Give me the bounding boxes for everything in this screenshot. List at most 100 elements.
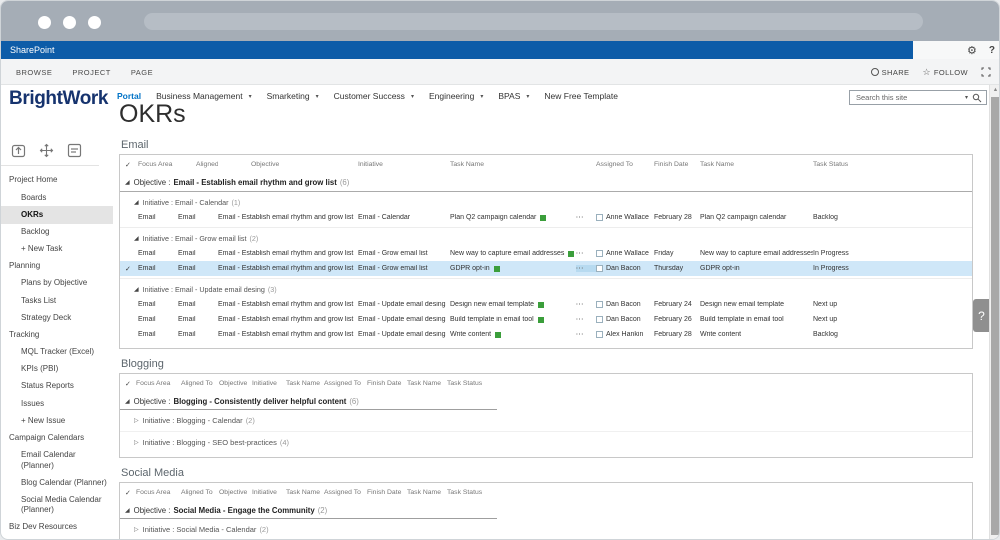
- sidebar-item-email-calendar-planner[interactable]: Email Calendar (Planner): [1, 447, 113, 475]
- sidebar-item-tracking[interactable]: Tracking: [1, 327, 113, 344]
- task-row[interactable]: Email Email Email - Establish email rhythm…: [120, 246, 972, 261]
- column-header[interactable]: Task Name: [700, 161, 813, 168]
- objective-group-header[interactable]: ◢ Objective : Email - Establish email rhyt…: [120, 174, 972, 192]
- column-header[interactable]: Aligned To: [178, 161, 218, 168]
- share-button[interactable]: SHARE: [870, 68, 910, 77]
- sidebar-item-strategy-deck[interactable]: Strategy Deck: [1, 309, 113, 326]
- column-header[interactable]: Initiative: [252, 380, 286, 387]
- column-header[interactable]: Task Status: [447, 380, 972, 387]
- row-menu-ellipsis[interactable]: ···: [576, 316, 596, 323]
- task-row[interactable]: ✓ Email Email Email - Establish email rhyth…: [120, 261, 972, 276]
- sidebar-item-issues[interactable]: Issues: [1, 395, 113, 412]
- sidebar-item-backlog[interactable]: Backlog: [1, 224, 113, 241]
- follow-button[interactable]: ☆ FOLLOW: [922, 67, 968, 78]
- column-header[interactable]: Objective: [219, 380, 252, 387]
- sharepoint-brand[interactable]: SharePoint: [1, 41, 913, 59]
- ribbon-tab-page[interactable]: PAGE: [131, 68, 153, 77]
- sidebar-item-kpis-pbi[interactable]: KPIs (PBI): [1, 361, 113, 378]
- sidebar-item-campaign-calendars[interactable]: Campaign Calendars: [1, 430, 113, 447]
- column-header[interactable]: Task Name: [450, 161, 576, 168]
- task-row[interactable]: Email Email Email - Establish email rhythm…: [120, 297, 972, 312]
- sidebar-item-mql-tracker-excel[interactable]: MQL Tracker (Excel): [1, 344, 113, 361]
- column-header[interactable]: Initiative: [358, 161, 450, 168]
- column-header[interactable]: Finish Date: [367, 489, 407, 496]
- sidebar-item-status-reports[interactable]: Status Reports: [1, 378, 113, 395]
- column-header[interactable]: Task Name: [286, 489, 324, 496]
- row-menu-ellipsis[interactable]: ···: [576, 331, 596, 338]
- window-button-3[interactable]: [88, 16, 101, 29]
- chevron-down-icon[interactable]: ▾: [249, 93, 252, 100]
- nav-new-free-template[interactable]: New Free Template: [544, 91, 618, 101]
- column-header[interactable]: Focus Area: [136, 380, 181, 387]
- sidebar-item-new-issue[interactable]: + New Issue: [1, 412, 113, 429]
- task-row[interactable]: Email Email Email - Establish email rhythm…: [120, 312, 972, 327]
- initiative-group-header[interactable]: ▷ Initiative : Blogging - Calendar (2): [120, 410, 972, 431]
- sidebar-item-plans-by-objective[interactable]: Plans by Objective: [1, 275, 113, 292]
- column-header[interactable]: Focus Area: [138, 161, 178, 168]
- sidebar-item-social-media-calendar-planner[interactable]: Social Media Calendar (Planner): [1, 491, 113, 519]
- focus-mode-button[interactable]: [981, 67, 991, 77]
- column-header[interactable]: Assigned To: [324, 380, 367, 387]
- row-select-check[interactable]: ✓: [120, 265, 138, 273]
- search-icon[interactable]: [972, 93, 982, 103]
- sidebar-item-planning[interactable]: Planning: [1, 258, 113, 275]
- nav-bpas[interactable]: BPAS ▾: [498, 91, 529, 101]
- help-flyout-button[interactable]: ?: [973, 299, 990, 332]
- sidebar-item-boards[interactable]: Boards: [1, 189, 113, 206]
- row-menu-ellipsis[interactable]: ···: [576, 301, 596, 308]
- nav-smarketing[interactable]: Smarketing ▾: [267, 91, 319, 101]
- gear-icon[interactable]: ⚙: [967, 44, 977, 57]
- sidebar-item-project-home[interactable]: Project Home: [1, 172, 113, 189]
- column-header[interactable]: Task Status: [447, 489, 972, 496]
- objective-group-header[interactable]: ◢ Objective : Social Media - Engage the Co…: [120, 502, 972, 519]
- select-all-check[interactable]: ✓: [120, 489, 136, 497]
- objective-group-header[interactable]: ◢ Objective : Blogging - Consistently deli…: [120, 393, 972, 410]
- chevron-down-icon[interactable]: ▾: [316, 93, 319, 100]
- help-icon[interactable]: ?: [989, 45, 995, 56]
- column-header[interactable]: Task Name: [286, 380, 324, 387]
- list-icon[interactable]: [67, 143, 82, 158]
- sidebar-item-biz-dev-resources[interactable]: Biz Dev Resources: [1, 519, 113, 536]
- select-all-check[interactable]: ✓: [120, 380, 136, 388]
- column-header[interactable]: Objective: [219, 489, 252, 496]
- nav-engineering[interactable]: Engineering ▾: [429, 91, 483, 101]
- select-all-check[interactable]: ✓: [120, 161, 138, 169]
- window-button-1[interactable]: [38, 16, 51, 29]
- column-header[interactable]: Initiative: [252, 489, 286, 496]
- initiative-group-header[interactable]: ◢ Initiative : Email - Calendar (1): [120, 195, 972, 210]
- row-menu-ellipsis[interactable]: ···: [576, 214, 596, 221]
- column-header[interactable]: Task Name: [407, 489, 447, 496]
- initiative-group-header[interactable]: ◢ Initiative : Email - Grow email list (2): [120, 231, 972, 246]
- column-header[interactable]: Finish Date: [654, 161, 700, 168]
- promote-icon[interactable]: [11, 143, 26, 158]
- column-header[interactable]: Focus Area: [136, 489, 181, 496]
- column-header[interactable]: Task Name: [407, 380, 447, 387]
- initiative-group-header[interactable]: ▷ Initiative : Social Media - Calendar (2): [120, 519, 972, 539]
- ribbon-tab-project[interactable]: PROJECT: [72, 68, 111, 77]
- sidebar-item-new-task[interactable]: + New Task: [1, 241, 113, 258]
- initiative-group-header[interactable]: ◢ Initiative : Email - Update email desin…: [120, 282, 972, 297]
- chevron-down-icon[interactable]: ▾: [411, 93, 414, 100]
- column-header[interactable]: Assigned To: [324, 489, 367, 496]
- column-header[interactable]: Finish Date: [367, 380, 407, 387]
- column-header[interactable]: Aligned To: [181, 489, 219, 496]
- chevron-down-icon[interactable]: ▾: [480, 93, 483, 100]
- address-bar[interactable]: [144, 13, 923, 30]
- column-header[interactable]: Objective: [218, 161, 358, 168]
- row-menu-ellipsis[interactable]: ···: [576, 265, 596, 272]
- brightwork-logo[interactable]: BrightWork: [9, 88, 108, 110]
- move-icon[interactable]: [39, 143, 54, 158]
- column-header[interactable]: Assigned To: [596, 161, 654, 168]
- sidebar-item-okrs[interactable]: OKRs: [1, 206, 113, 224]
- task-row[interactable]: Email Email Email - Establish email rhythm…: [120, 327, 972, 342]
- scroll-up-arrow-icon[interactable]: ▲: [990, 87, 999, 93]
- initiative-group-header[interactable]: ▷ Initiative : Blogging - SEO best-practi…: [120, 432, 972, 453]
- nav-customer-success[interactable]: Customer Success ▾: [334, 91, 414, 101]
- scrollbar-thumb[interactable]: [991, 97, 999, 535]
- chevron-down-icon[interactable]: ▾: [526, 93, 529, 100]
- ribbon-tab-browse[interactable]: BROWSE: [16, 68, 52, 77]
- task-row[interactable]: Email Email Email - Establish email rhythm…: [120, 210, 972, 225]
- search-scope-caret-icon[interactable]: ▾: [965, 94, 968, 101]
- page-scrollbar[interactable]: ▲: [989, 85, 999, 539]
- sidebar-item-blog-calendar-planner[interactable]: Blog Calendar (Planner): [1, 474, 113, 491]
